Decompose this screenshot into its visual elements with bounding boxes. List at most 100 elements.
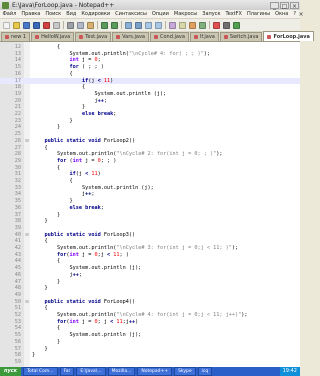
code-line[interactable]: 59: [0, 359, 300, 366]
code-line[interactable]: 29 for (int j = 0; ; ): [0, 158, 300, 165]
code-line[interactable]: 46 j++;: [0, 272, 300, 279]
open-file-icon[interactable]: [13, 21, 20, 29]
code-line[interactable]: 32 {: [0, 178, 300, 185]
code-line[interactable]: 26 ⊟ public static void ForLoop2(): [0, 138, 300, 145]
tab[interactable]: Switch.java: [219, 32, 263, 41]
fold-toggle-icon[interactable]: ⊟: [24, 138, 30, 145]
show-all-icon[interactable]: [189, 21, 196, 29]
code-line[interactable]: 44 {: [0, 258, 300, 265]
code-line[interactable]: 13 System.out.println("\nCycle# 4: for( …: [0, 51, 300, 58]
tab[interactable]: Cond.java: [149, 32, 189, 41]
menu-item[interactable]: Поиск: [43, 11, 64, 17]
code-line[interactable]: 39: [0, 225, 300, 232]
menu-item[interactable]: Плагины: [244, 11, 272, 17]
maximize-button[interactable]: □: [280, 1, 289, 10]
menu-item[interactable]: Кодировки: [79, 11, 113, 17]
code-line[interactable]: 43 for(int j = 0;j < 11; ): [0, 252, 300, 259]
code-line[interactable]: 45 System.out.println (j);: [0, 265, 300, 272]
code-line[interactable]: 14 int j = 0;: [0, 57, 300, 64]
code-line[interactable]: 35 }: [0, 198, 300, 205]
code-line[interactable]: 34 j++;: [0, 191, 300, 198]
code-line[interactable]: 33 System.out.println (j);: [0, 185, 300, 192]
code-line[interactable]: 15 for ( ; ; ): [0, 64, 300, 71]
replace-icon[interactable]: [135, 21, 142, 29]
macro-stop-icon[interactable]: [223, 21, 230, 29]
copy-icon[interactable]: [77, 21, 84, 29]
sync-scroll-icon[interactable]: [169, 21, 176, 29]
taskbar-button[interactable]: Skype: [174, 367, 196, 376]
macro-play-icon[interactable]: [233, 21, 240, 29]
code-line[interactable]: 12 {: [0, 44, 300, 51]
code-line[interactable]: 56 }: [0, 339, 300, 346]
menu-item[interactable]: Вид: [64, 11, 79, 17]
tab[interactable]: Vars.java: [112, 32, 149, 41]
code-line[interactable]: 41 {: [0, 238, 300, 245]
taskbar-button[interactable]: Mozilla...: [107, 367, 136, 376]
close-document-icon[interactable]: ×: [299, 11, 307, 18]
code-line[interactable]: 31 if(j < 11): [0, 171, 300, 178]
code-line[interactable]: 40 ⊟ public static void ForLoop3(): [0, 232, 300, 239]
code-line[interactable]: 50 ⊟ public static void ForLoop4(): [0, 299, 300, 306]
cut-icon[interactable]: [67, 21, 74, 29]
menu-item[interactable]: ?: [291, 11, 299, 17]
tab[interactable]: new 1: [1, 32, 31, 41]
word-wrap-icon[interactable]: [179, 21, 186, 29]
code-line[interactable]: 36 else break;: [0, 205, 300, 212]
redo-icon[interactable]: [111, 21, 118, 29]
code-line[interactable]: 52 System.out.println("\nCycle# 4: for(i…: [0, 312, 300, 319]
code-line[interactable]: 16 {: [0, 71, 300, 78]
code-line[interactable]: 22 else break;: [0, 111, 300, 118]
code-line[interactable]: 51 {: [0, 305, 300, 312]
code-line[interactable]: 25: [0, 131, 300, 138]
code-line[interactable]: 53 for(int j = 0; j < 11;j++): [0, 319, 300, 326]
code-line[interactable]: 18 {: [0, 84, 300, 91]
code-line[interactable]: 48 }: [0, 285, 300, 292]
code-line[interactable]: 21 }: [0, 104, 300, 111]
save-icon[interactable]: [23, 21, 30, 29]
taskbar-button[interactable]: E:\Java\...: [76, 367, 106, 376]
menu-item[interactable]: Синтаксисы: [113, 11, 150, 17]
taskbar-button[interactable]: Total Com...: [23, 367, 58, 376]
macro-record-icon[interactable]: [213, 21, 220, 29]
menu-item[interactable]: Запуск: [200, 11, 223, 17]
taskbar-button[interactable]: Notepad++: [137, 367, 173, 376]
taskbar-button[interactable]: icq: [197, 367, 213, 376]
code-line[interactable]: 49: [0, 292, 300, 299]
fold-toggle-icon[interactable]: ⊟: [24, 299, 30, 306]
code-line[interactable]: 30 {: [0, 165, 300, 172]
code-line[interactable]: 58}: [0, 352, 300, 359]
code-line[interactable]: 27 {: [0, 145, 300, 152]
start-button[interactable]: пуск: [0, 367, 22, 376]
code-line[interactable]: 42 System.out.println("\nCycle# 3: for(i…: [0, 245, 300, 252]
new-file-icon[interactable]: [3, 21, 10, 29]
indent-guide-icon[interactable]: [199, 21, 206, 29]
code-line[interactable]: 54 {: [0, 325, 300, 332]
find-icon[interactable]: [125, 21, 132, 29]
zoom-out-icon[interactable]: [155, 21, 162, 29]
menu-item[interactable]: Окна: [273, 11, 291, 17]
code-line[interactable]: 38 }: [0, 218, 300, 225]
menu-item[interactable]: Файл: [0, 11, 19, 17]
paste-icon[interactable]: [87, 21, 94, 29]
code-line[interactable]: 47 }: [0, 279, 300, 286]
menu-item[interactable]: TextFX: [223, 11, 244, 17]
code-line[interactable]: 57 }: [0, 346, 300, 353]
fold-toggle-icon[interactable]: ⊟: [24, 232, 30, 239]
close-window-button[interactable]: ×: [290, 1, 299, 10]
minimize-button[interactable]: _: [270, 1, 279, 10]
tab[interactable]: ForLoop.java: [263, 31, 314, 41]
code-line[interactable]: 55 System.out.println (j);: [0, 332, 300, 339]
tab[interactable]: Test.java: [75, 32, 112, 41]
code-line[interactable]: 20 j++;: [0, 98, 300, 105]
code-line[interactable]: 23 }: [0, 118, 300, 125]
menu-item[interactable]: Опции: [149, 11, 171, 17]
code-line[interactable]: 17 if(j < 11): [0, 77, 300, 85]
code-line[interactable]: 37 }: [0, 212, 300, 219]
code-line[interactable]: 28 System.out.println("\nCycle# 2: for(i…: [0, 151, 300, 158]
code-line[interactable]: 24 }: [0, 124, 300, 131]
taskbar-button[interactable]: Far: [59, 367, 75, 376]
tab[interactable]: If.java: [189, 32, 219, 41]
zoom-in-icon[interactable]: [145, 21, 152, 29]
close-icon[interactable]: [43, 21, 50, 29]
code-editor[interactable]: 12 {13 System.out.println("\nCycle# 4: f…: [0, 42, 300, 367]
